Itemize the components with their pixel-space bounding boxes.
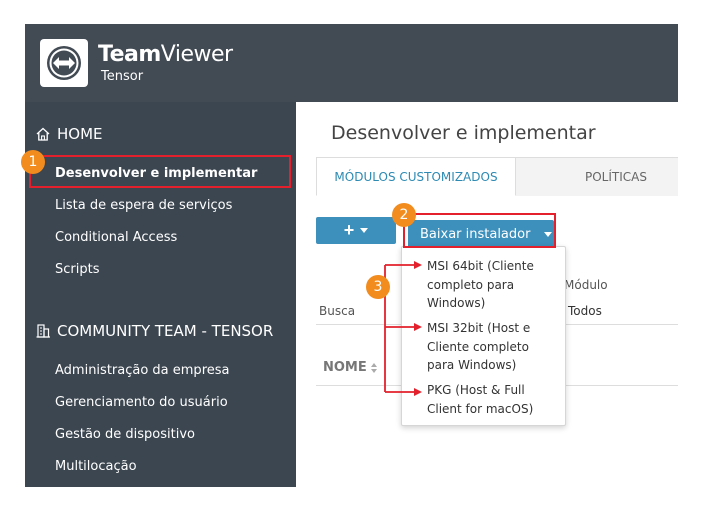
step-badge-2: 2 [392,203,416,227]
step-badge-1: 1 [21,150,45,174]
step-badge-3: 3 [366,275,390,299]
annotation-arrows [384,261,422,396]
